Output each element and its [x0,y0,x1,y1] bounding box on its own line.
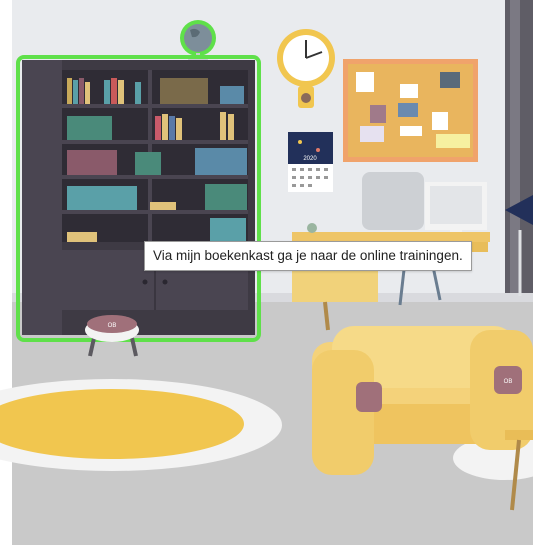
calendar-label: 2020 [303,156,317,162]
sofa-pillow [356,382,382,412]
calendar: 2020 [288,132,333,192]
office-scene: OB 2020 OB [0,0,533,545]
bookcase[interactable] [16,55,261,342]
bookcase-tooltip: Via mijn boekenkast ga je naar de online… [144,241,472,271]
stool-badge: OB [108,323,117,329]
corkboard [343,59,478,162]
pillow-badge: OB [504,379,513,385]
